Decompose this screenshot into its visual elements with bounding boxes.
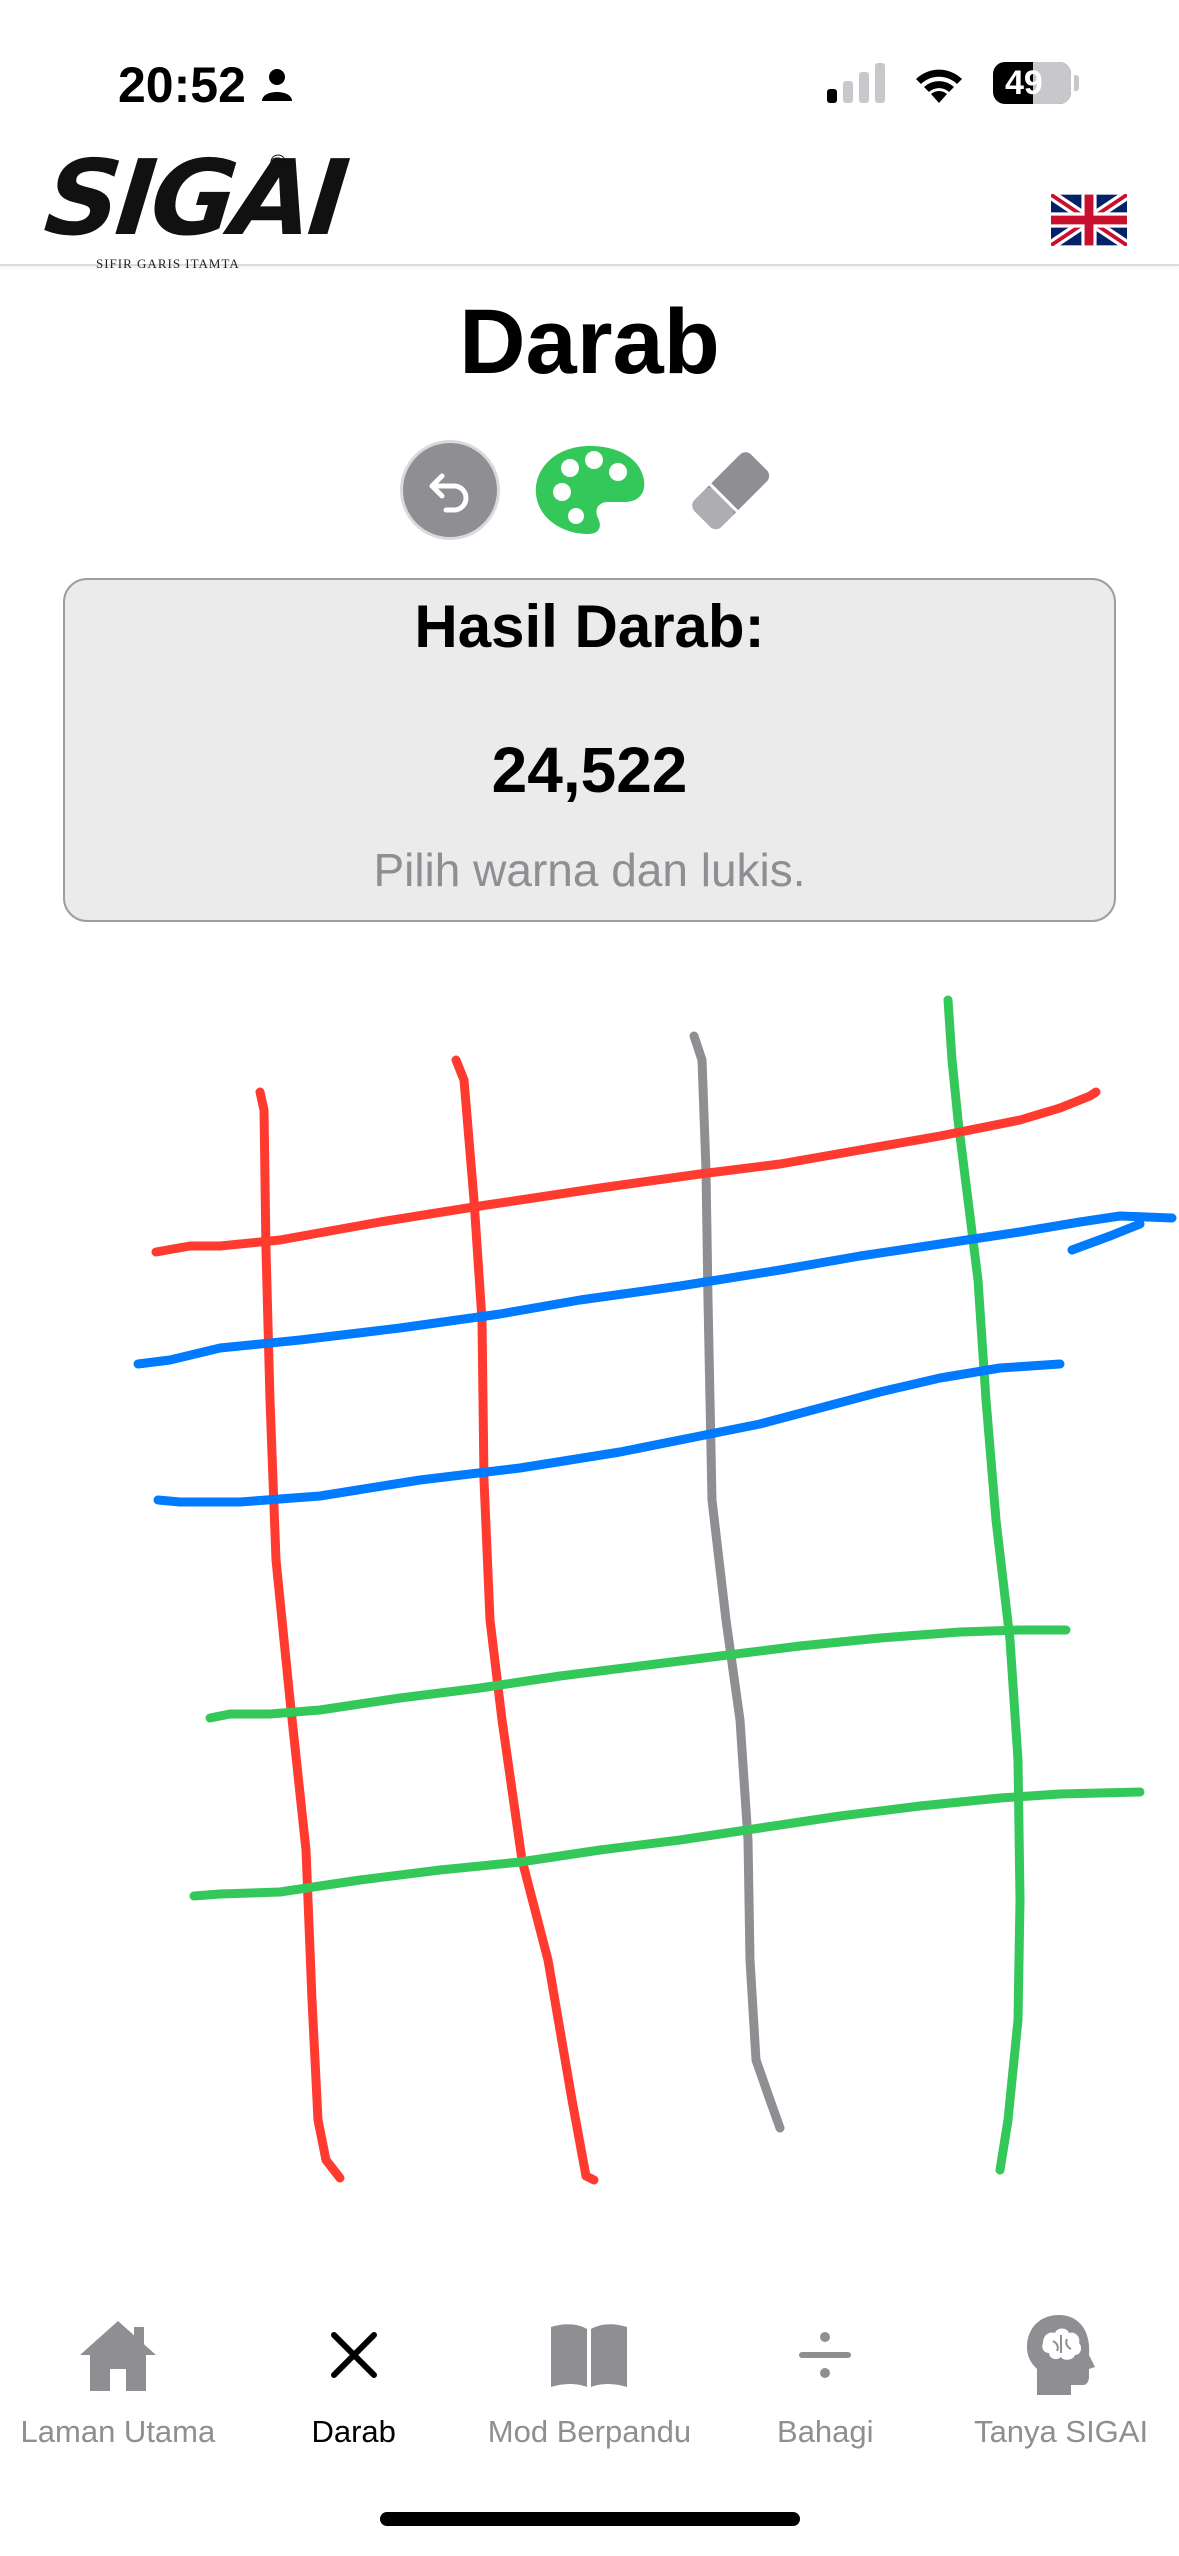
sigai-logo[interactable]: SIGAI ® SIFIR GARIS ITAMTA <box>40 137 351 271</box>
app-screen: 20:52 49 SIGAI ® SIFIR GARIS ITAMTA Dara… <box>0 0 1179 2556</box>
divide-icon <box>799 2332 852 2378</box>
status-time: 20:52 <box>118 56 294 114</box>
home-indicator[interactable] <box>380 2512 800 2526</box>
tab-label-laman-utama: Laman Utama <box>20 2414 216 2449</box>
tab-laman-utama[interactable]: Laman Utama <box>0 2310 236 2470</box>
logo-registered-mark: ® <box>270 150 287 175</box>
stroke-blue-horizontal-2 <box>153 1359 1065 1507</box>
multiply-icon <box>330 2332 377 2378</box>
palette-icon <box>535 446 644 534</box>
tab-label-bahagi: Bahagi <box>777 2414 874 2449</box>
page-title: Darab <box>459 291 720 393</box>
undo-button[interactable] <box>399 440 500 540</box>
stroke-red-vertical-1 <box>255 1087 345 2183</box>
stroke-red-vertical-2 <box>451 1055 599 2185</box>
tab-label-darab: Darab <box>311 2414 396 2449</box>
result-heading: Hasil Darab: <box>414 593 765 660</box>
stroke-blue-arrow <box>1067 1219 1145 1255</box>
tab-label-tanya-sigai: Tanya SIGAI <box>974 2414 1149 2449</box>
stroke-green-horizontal-2 <box>189 1787 1145 1901</box>
wifi-icon <box>916 69 962 103</box>
result-card: Hasil Darab: 24,522 Pilih warna dan luki… <box>63 578 1116 922</box>
stroke-green-vertical <box>943 995 1025 2175</box>
bottom-tab-bar: Laman Utama Darab Mod Berpandu Bahagi Ta… <box>0 2310 1179 2470</box>
tab-darab[interactable]: Darab <box>236 2310 472 2470</box>
drawing-toolbar <box>0 440 1179 540</box>
tab-label-mod-berpandu: Mod Berpandu <box>487 2414 692 2449</box>
status-time-label: 20:52 <box>118 57 246 113</box>
app-header: SIGAI ® SIFIR GARIS ITAMTA <box>0 137 1179 271</box>
uk-flag-icon[interactable] <box>1051 194 1127 246</box>
drawing-canvas[interactable] <box>0 940 1179 2260</box>
home-icon <box>79 2321 156 2391</box>
logo-subtitle: SIFIR GARIS ITAMTA <box>96 256 240 271</box>
cellular-signal-icon <box>827 63 885 103</box>
battery-level: 49 <box>1005 63 1043 102</box>
result-hint: Pilih warna dan lukis. <box>373 844 806 896</box>
logo-text: SIGAI <box>39 137 351 259</box>
eraser-icon <box>691 452 769 530</box>
person-icon <box>261 69 292 101</box>
tab-tanya-sigai[interactable]: Tanya SIGAI <box>943 2310 1179 2470</box>
battery-indicator: 49 <box>993 62 1079 104</box>
tab-mod-berpandu[interactable]: Mod Berpandu <box>472 2310 708 2470</box>
result-value: 24,522 <box>491 734 688 806</box>
palette-button[interactable] <box>530 440 650 540</box>
undo-icon <box>429 473 468 513</box>
eraser-button[interactable] <box>680 440 780 540</box>
status-indicators: 49 <box>827 62 1079 104</box>
stroke-gray-vertical <box>689 1031 785 2133</box>
stroke-green-horizontal-1 <box>205 1625 1071 1723</box>
tab-bahagi[interactable]: Bahagi <box>707 2310 943 2470</box>
book-icon <box>551 2324 628 2387</box>
brain-head-icon <box>1027 2315 1096 2395</box>
